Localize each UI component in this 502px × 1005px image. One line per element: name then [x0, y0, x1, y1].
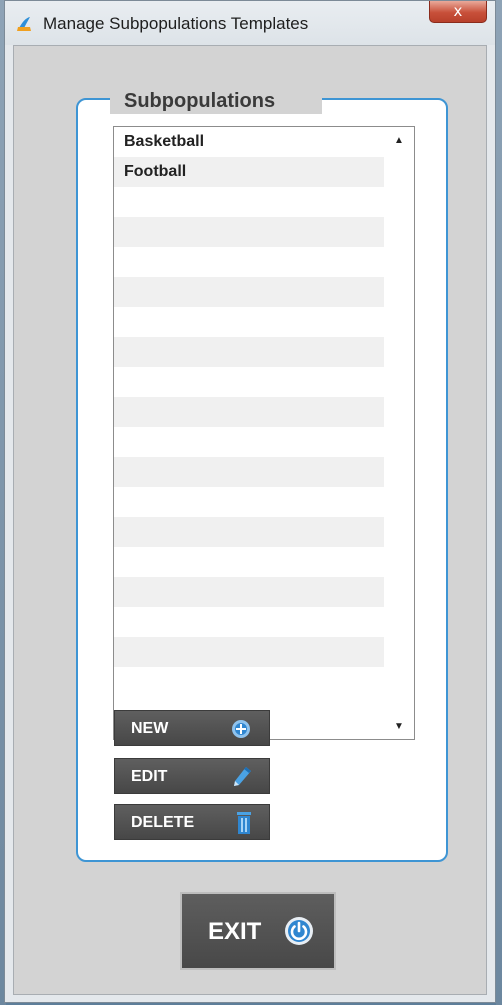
- list-item-empty[interactable]: [114, 397, 384, 427]
- delete-button[interactable]: DELETE: [114, 804, 270, 840]
- list-item-empty[interactable]: [114, 457, 384, 487]
- client-area: Subpopulations Basketball Football ▲ ▼ NE…: [13, 45, 487, 995]
- scroll-down-arrow-icon[interactable]: ▼: [384, 717, 414, 737]
- list-item-empty[interactable]: [114, 637, 384, 667]
- list-item-empty[interactable]: [114, 187, 384, 217]
- edit-button-label: EDIT: [131, 768, 168, 785]
- list-item-empty[interactable]: [114, 337, 384, 367]
- title-bar[interactable]: Manage Subpopulations Templates x: [5, 1, 495, 45]
- subpopulations-list[interactable]: Basketball Football ▲ ▼: [113, 126, 415, 740]
- list-item-empty[interactable]: [114, 547, 384, 577]
- list-item-empty[interactable]: [114, 577, 384, 607]
- exit-button[interactable]: EXIT: [180, 892, 336, 970]
- close-button[interactable]: x: [429, 1, 487, 23]
- list-item-empty[interactable]: [114, 427, 384, 457]
- window-title: Manage Subpopulations Templates: [43, 14, 309, 33]
- exit-button-label: EXIT: [208, 918, 262, 945]
- delete-button-label: DELETE: [131, 814, 195, 831]
- plus-circle-icon: [232, 720, 250, 738]
- close-icon: x: [453, 2, 463, 20]
- list-rows: Basketball Football: [114, 127, 384, 667]
- list-item-empty[interactable]: [114, 607, 384, 637]
- background-strip-right: [496, 0, 502, 1005]
- scroll-up-arrow-icon[interactable]: ▲: [384, 131, 414, 151]
- list-item-empty[interactable]: [114, 307, 384, 337]
- edit-button[interactable]: EDIT: [114, 758, 270, 794]
- list-scrollbar[interactable]: ▲ ▼: [384, 127, 414, 739]
- list-item-empty[interactable]: [114, 367, 384, 397]
- pencil-icon: [234, 767, 251, 786]
- group-title: Subpopulations: [118, 88, 282, 114]
- trash-icon: [237, 812, 251, 834]
- power-icon: [285, 917, 313, 945]
- app-logo-icon: [17, 17, 31, 31]
- list-item-empty[interactable]: [114, 247, 384, 277]
- list-item[interactable]: Football: [114, 157, 384, 187]
- list-item-empty[interactable]: [114, 277, 384, 307]
- dialog-window: Manage Subpopulations Templates x Subpop…: [4, 0, 496, 1003]
- list-item-empty[interactable]: [114, 217, 384, 247]
- list-item[interactable]: Basketball: [114, 127, 384, 157]
- list-item-empty[interactable]: [114, 487, 384, 517]
- new-button[interactable]: NEW: [114, 710, 270, 746]
- new-button-label: NEW: [131, 720, 169, 737]
- list-item-empty[interactable]: [114, 517, 384, 547]
